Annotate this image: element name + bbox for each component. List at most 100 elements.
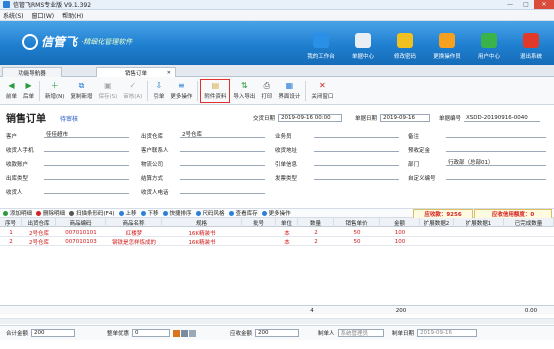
table-cell[interactable]: 2号仓库 xyxy=(22,237,56,246)
table-cell[interactable]: 本 xyxy=(276,228,298,237)
topnav-item-2[interactable]: 修改密码 xyxy=(384,24,426,64)
discount-calc-icon[interactable] xyxy=(173,329,181,337)
toolbar-button-12[interactable]: ✕ 关闭窗口 xyxy=(308,79,336,103)
grid-tool-0[interactable]: 添加明细 xyxy=(3,209,32,217)
grid-header-cell[interactable]: 已完成数量 xyxy=(504,218,554,227)
table-cell[interactable]: 钢铁是怎样炼成的 xyxy=(106,237,162,246)
grid-header-cell[interactable]: 批号 xyxy=(242,218,276,227)
table-cell[interactable]: 100 xyxy=(380,228,420,237)
topnav-item-4[interactable]: 用户中心 xyxy=(468,24,510,64)
discount-input[interactable]: 0 xyxy=(132,329,171,337)
menu-window[interactable]: 窗口(W) xyxy=(32,11,55,20)
quote-input[interactable] xyxy=(314,158,399,166)
tab-close-icon[interactable]: ✕ xyxy=(167,70,171,76)
toolbar-button-10[interactable]: ⎙ 打印 xyxy=(258,79,275,103)
table-cell[interactable]: 16K精装书 xyxy=(162,228,242,237)
topnav-item-0[interactable]: 我的工作台 xyxy=(300,24,342,64)
table-cell[interactable]: 1 xyxy=(0,228,22,237)
toolbar-button-6[interactable]: ⇩ 引单 xyxy=(150,79,167,103)
table-cell[interactable]: 007010103 xyxy=(56,237,106,246)
grid-header-cell[interactable]: 扩展数据1 xyxy=(454,218,504,227)
close-button[interactable]: ✕ xyxy=(534,0,554,9)
toolbar-button-1[interactable]: ▶ 后单 xyxy=(20,79,37,103)
custno-input[interactable] xyxy=(446,172,546,180)
table-cell[interactable]: 16K精装书 xyxy=(162,237,242,246)
outtype-input[interactable] xyxy=(44,172,129,180)
menu-help[interactable]: 帮助(H) xyxy=(62,11,83,20)
grid-header-cell[interactable]: 序号 xyxy=(0,218,22,227)
topnav-item-1[interactable]: 单据中心 xyxy=(342,24,384,64)
table-cell[interactable]: 2号仓库 xyxy=(22,228,56,237)
invoice-input[interactable] xyxy=(314,172,399,180)
grid-tool-2[interactable]: 扫描条形码(F4) xyxy=(69,209,115,217)
cust-phone-input[interactable] xyxy=(44,144,129,152)
recv-phone-input[interactable] xyxy=(180,186,265,194)
customer-input[interactable]: 佳佳超市 xyxy=(44,130,129,138)
grid-tool-8[interactable]: 更多操作 xyxy=(261,209,291,217)
remark-input[interactable] xyxy=(446,130,546,138)
grid-header-cell[interactable]: 出货仓库 xyxy=(22,218,56,227)
warehouse-input[interactable]: 2号仓库 xyxy=(180,130,265,138)
doc-date-input[interactable]: 2019-09-16 xyxy=(380,114,431,122)
toolbar-button-11[interactable]: ▦ 界面设计 xyxy=(275,79,303,103)
table-cell[interactable] xyxy=(504,237,554,246)
dept-input[interactable]: 行政部（总部01） xyxy=(446,158,546,166)
toolbar-button-0[interactable]: ◀ 前单 xyxy=(3,79,20,103)
table-cell[interactable] xyxy=(420,237,454,246)
grid-header-cell[interactable]: 商品编码 xyxy=(56,218,106,227)
grid-tool-4[interactable]: 下移 xyxy=(140,209,159,217)
table-cell[interactable] xyxy=(242,237,276,246)
toolbar-button-2[interactable]: ＋ 新增(N) xyxy=(42,79,67,103)
logistics-input[interactable] xyxy=(180,158,265,166)
address-input[interactable] xyxy=(314,144,399,152)
table-cell[interactable]: 2 xyxy=(0,237,22,246)
grid-tool-7[interactable]: 查看库存 xyxy=(228,209,258,217)
topnav-item-5[interactable]: 退出系统 xyxy=(510,24,552,64)
table-cell[interactable] xyxy=(504,228,554,237)
grid-tool-6[interactable]: 尺码风格 xyxy=(195,209,225,217)
deposit-input[interactable] xyxy=(446,144,546,152)
salesman-input[interactable] xyxy=(314,130,399,138)
discount-clear-icon[interactable] xyxy=(189,329,197,337)
receiver-input[interactable] xyxy=(44,186,129,194)
toolbar-button-5[interactable]: ✓ 审核(A) xyxy=(120,79,145,103)
doc-number-input[interactable]: XSDD-20190916-0040 xyxy=(464,114,541,122)
table-cell[interactable]: 50 xyxy=(334,237,380,246)
table-cell[interactable]: 100 xyxy=(380,237,420,246)
grid-tool-3[interactable]: 上移 xyxy=(118,209,137,217)
table-cell[interactable] xyxy=(454,237,504,246)
grid-tool-5[interactable]: 快捷排序 xyxy=(162,209,192,217)
grid-header-cell[interactable]: 商品名称 xyxy=(106,218,162,227)
delivery-date-input[interactable]: 2019-09-16 00:00 xyxy=(278,114,343,122)
grid-header-cell[interactable]: 扩展数据2 xyxy=(420,218,454,227)
toolbar-button-8[interactable]: ▤ 附件资料 xyxy=(200,78,231,103)
horizontal-scrollbar[interactable] xyxy=(0,318,554,324)
toolbar-button-4[interactable]: ▣ 保存(S) xyxy=(95,79,120,103)
account-input[interactable] xyxy=(44,158,129,166)
settle-input[interactable] xyxy=(180,172,265,180)
table-cell[interactable]: 2 xyxy=(298,228,334,237)
table-row[interactable]: 2 2号仓库 007010103 钢铁是怎样炼成的 16K精装书本 2 50 100 xyxy=(0,237,554,246)
table-cell[interactable]: 2 xyxy=(298,237,334,246)
tab-function-navigator[interactable]: 功能导航器 xyxy=(2,67,62,77)
table-cell[interactable]: 007010101 xyxy=(56,228,106,237)
table-cell[interactable]: 本 xyxy=(276,237,298,246)
topnav-item-3[interactable]: 更换操作员 xyxy=(426,24,468,64)
table-cell[interactable]: 红楼梦 xyxy=(106,228,162,237)
grid-header-cell[interactable]: 数量 xyxy=(298,218,334,227)
grid-header-cell[interactable]: 销售单价 xyxy=(334,218,380,227)
grid-header-cell[interactable]: 规格 xyxy=(162,218,242,227)
table-row[interactable]: 1 2号仓库 007010101 红楼梦 16K精装书 本 2 50 100 xyxy=(0,228,554,237)
table-cell[interactable] xyxy=(454,228,504,237)
contact-input[interactable] xyxy=(180,144,265,152)
table-cell[interactable] xyxy=(242,228,276,237)
discount-settings-icon[interactable] xyxy=(181,329,189,337)
toolbar-button-9[interactable]: ⇅ 导入导出 xyxy=(230,79,258,103)
table-cell[interactable]: 50 xyxy=(334,228,380,237)
menu-system[interactable]: 系统(S) xyxy=(3,11,24,20)
toolbar-button-7[interactable]: ≡ 更多操作 xyxy=(167,79,195,103)
grid-header-cell[interactable]: 金额 xyxy=(380,218,420,227)
grid-header-cell[interactable]: 单位 xyxy=(276,218,298,227)
toolbar-button-3[interactable]: ⧉ 复制新增 xyxy=(67,79,95,103)
minimize-button[interactable]: — xyxy=(502,0,518,9)
